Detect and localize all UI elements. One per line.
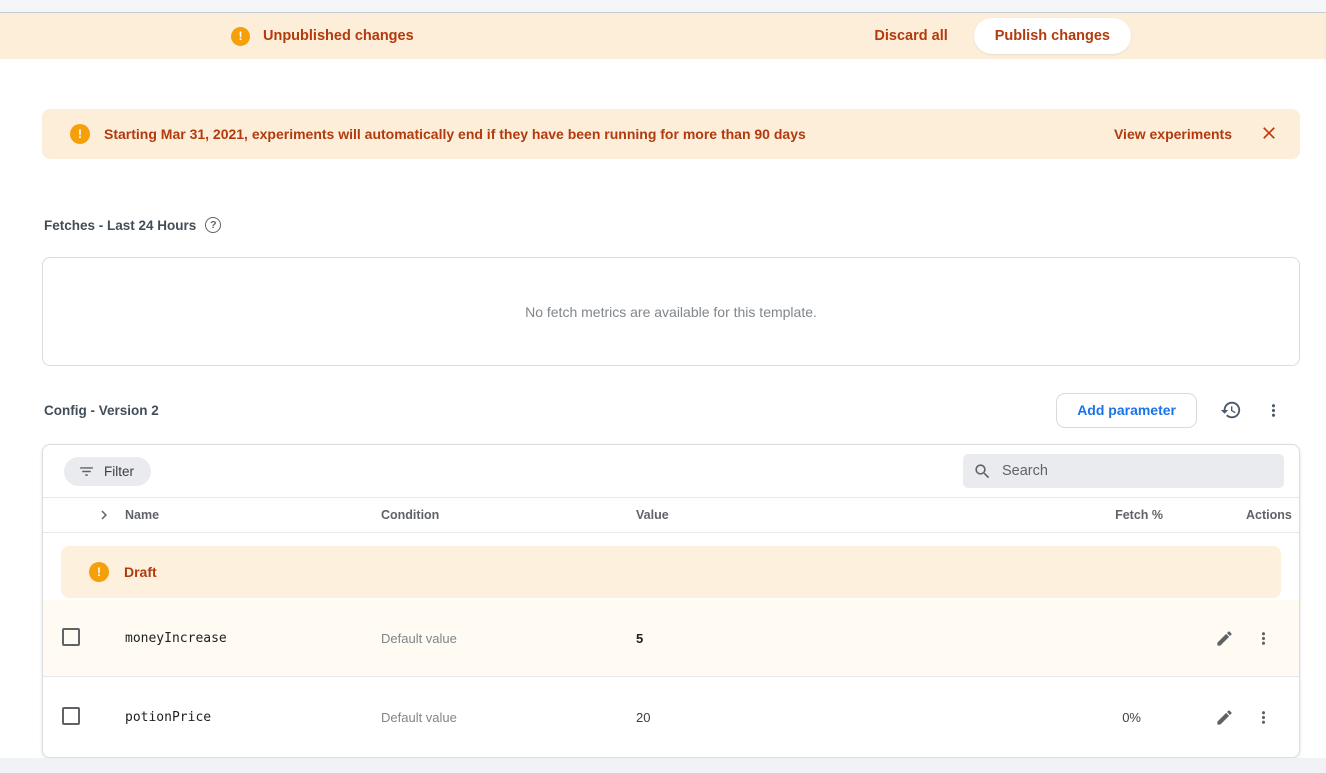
parameter-value: 5: [636, 631, 1059, 646]
no-fetch-metrics-message: No fetch metrics are available for this …: [525, 304, 817, 320]
column-header-actions: Actions: [1169, 508, 1299, 522]
parameter-condition: Default value: [381, 710, 636, 725]
kebab-icon: [1264, 401, 1283, 420]
column-header-value: Value: [636, 508, 1059, 522]
expand-all-button[interactable]: [95, 506, 113, 524]
search-icon: [973, 462, 992, 481]
fetches-title: Fetches - Last 24 Hours: [44, 218, 196, 233]
parameters-table-card: Filter Name Condition Value Fetch % Acti…: [42, 444, 1300, 758]
row-checkbox[interactable]: [62, 628, 80, 646]
fetch-percent: 0%: [1059, 710, 1169, 725]
config-title: Config - Version 2: [44, 400, 159, 420]
row-checkbox[interactable]: [62, 707, 80, 725]
search-box: [963, 454, 1284, 488]
edit-parameter-button[interactable]: [1215, 708, 1234, 727]
column-header-condition: Condition: [381, 508, 636, 522]
edit-icon: [1215, 708, 1234, 727]
parameter-condition: Default value: [381, 631, 636, 646]
unpublished-changes-label: Unpublished changes: [263, 28, 414, 44]
alert-icon: !: [70, 124, 90, 144]
alert-icon: !: [231, 27, 250, 46]
row-overflow-menu-button[interactable]: [1254, 629, 1273, 648]
draft-label: Draft: [124, 564, 157, 580]
view-experiments-button[interactable]: View experiments: [1114, 126, 1232, 142]
discard-all-button[interactable]: Discard all: [874, 28, 947, 44]
alert-icon: !: [89, 562, 109, 582]
experiments-notice-banner: ! Starting Mar 31, 2021, experiments wil…: [42, 109, 1300, 159]
column-header-fetch: Fetch %: [1059, 508, 1169, 522]
experiments-notice-message: Starting Mar 31, 2021, experiments will …: [104, 126, 806, 142]
parameter-name: moneyIncrease: [125, 631, 381, 646]
table-header-row: Name Condition Value Fetch % Actions: [43, 498, 1299, 533]
top-page-strip: [0, 0, 1326, 13]
config-overflow-menu-button[interactable]: [1262, 399, 1284, 421]
fetch-metrics-card: No fetch metrics are available for this …: [42, 257, 1300, 366]
draft-status-band: ! Draft: [61, 546, 1281, 598]
add-parameter-button[interactable]: Add parameter: [1056, 393, 1197, 428]
history-icon: [1220, 399, 1242, 421]
table-toolbar: Filter: [43, 445, 1299, 498]
bottom-page-strip: [0, 758, 1326, 773]
help-icon[interactable]: ?: [205, 217, 221, 233]
chevron-right-icon: [95, 506, 113, 524]
version-history-button[interactable]: [1219, 398, 1243, 422]
filter-button[interactable]: Filter: [64, 457, 151, 486]
parameter-name: potionPrice: [125, 710, 381, 725]
filter-icon: [78, 463, 95, 480]
table-row: potionPrice Default value 20 0%: [43, 676, 1299, 757]
kebab-icon: [1254, 708, 1273, 727]
publish-changes-button[interactable]: Publish changes: [974, 18, 1131, 54]
column-header-name: Name: [125, 508, 381, 522]
config-section-header: Config - Version 2 Add parameter: [44, 392, 1288, 428]
row-overflow-menu-button[interactable]: [1254, 708, 1273, 727]
close-icon: [1259, 123, 1279, 143]
edit-icon: [1215, 629, 1234, 648]
kebab-icon: [1254, 629, 1273, 648]
unpublished-changes-banner: ! Unpublished changes Discard all Publis…: [0, 13, 1326, 59]
fetches-section-header: Fetches - Last 24 Hours ?: [44, 215, 1326, 235]
table-row: moneyIncrease Default value 5: [43, 600, 1299, 676]
filter-label: Filter: [104, 464, 134, 479]
edit-parameter-button[interactable]: [1215, 629, 1234, 648]
search-input[interactable]: [1002, 463, 1274, 479]
parameter-value: 20: [636, 710, 1059, 725]
close-banner-button[interactable]: [1258, 123, 1280, 145]
